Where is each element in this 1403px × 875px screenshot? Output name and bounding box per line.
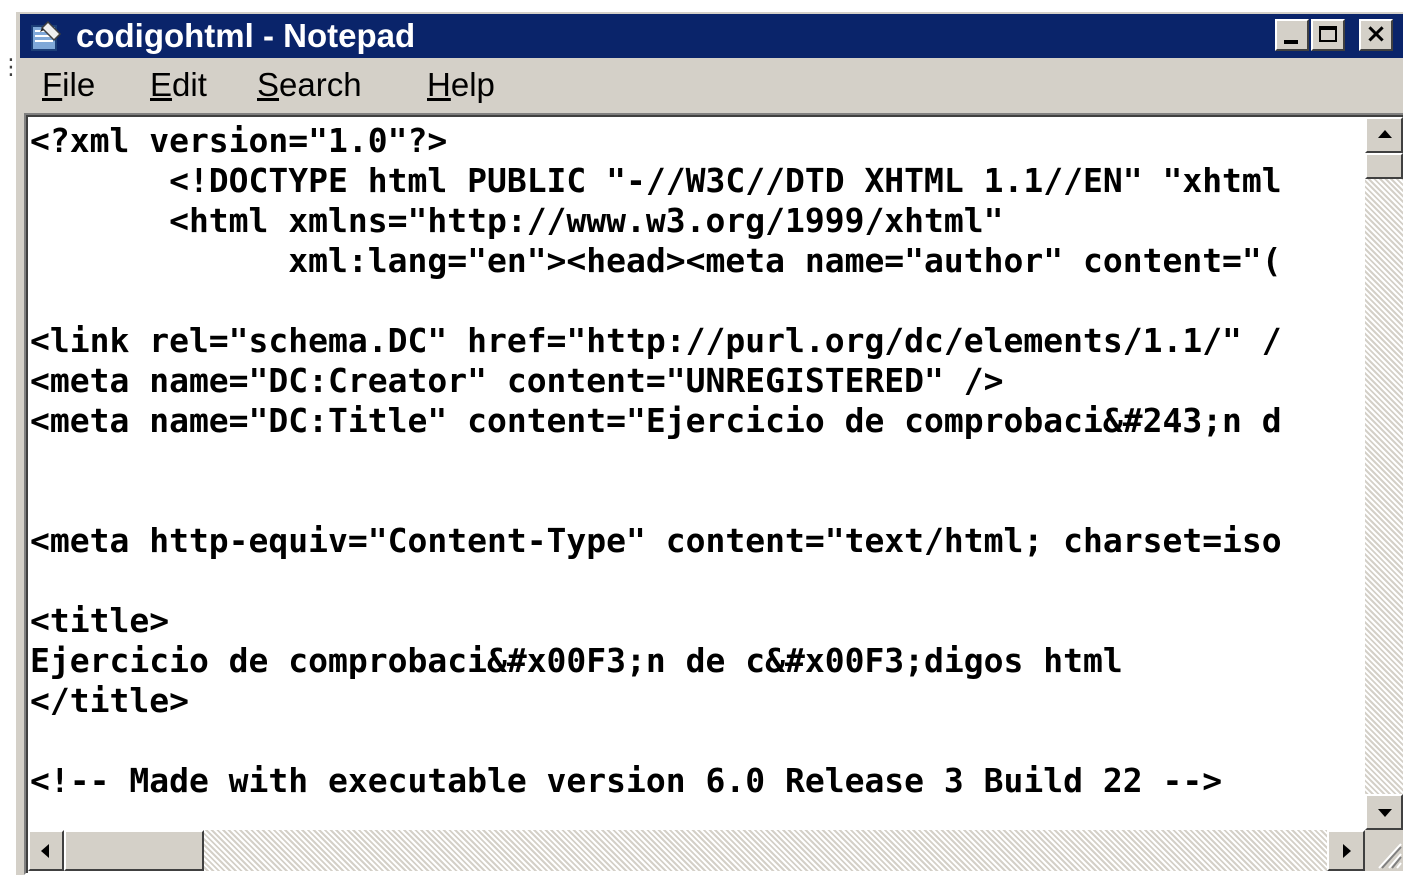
screen: ⋮ codigohtml - Notepad × File Edit Searc… bbox=[0, 0, 1403, 875]
menu-help-mnemonic: H bbox=[427, 66, 451, 103]
menu-edit-label: dit bbox=[172, 66, 207, 103]
text-line: <meta name="DC:Title" content="Ejercicio… bbox=[30, 401, 1282, 440]
text-line: <title> bbox=[30, 601, 170, 640]
left-edge-marks: ⋮ bbox=[0, 55, 22, 80]
vertical-scrollbar[interactable] bbox=[1365, 117, 1403, 830]
close-icon: × bbox=[1365, 19, 1387, 49]
menu-edit-mnemonic: E bbox=[150, 66, 173, 103]
menu-search-mnemonic: S bbox=[257, 66, 280, 103]
notepad-window: codigohtml - Notepad × File Edit Search … bbox=[14, 10, 1403, 875]
vertical-scroll-thumb[interactable] bbox=[1365, 153, 1403, 179]
menu-file-label: ile bbox=[62, 66, 96, 103]
arrow-right-icon bbox=[1343, 844, 1351, 858]
minimize-icon bbox=[1284, 40, 1298, 44]
menu-search-label: earch bbox=[279, 66, 362, 103]
maximize-button[interactable] bbox=[1311, 19, 1345, 51]
text-line: </title> bbox=[30, 681, 189, 720]
minimize-button[interactable] bbox=[1275, 19, 1309, 51]
horizontal-scroll-thumb[interactable] bbox=[64, 830, 204, 871]
menu-file-mnemonic: F bbox=[42, 66, 63, 103]
text-line: <link rel="schema.DC" href="http://purl.… bbox=[30, 321, 1282, 360]
scroll-right-button[interactable] bbox=[1327, 830, 1365, 871]
edit-inner: <?xml version="1.0"?> <!DOCTYPE html PUB… bbox=[26, 115, 1403, 873]
arrow-down-icon bbox=[1378, 809, 1392, 817]
text-line: <meta name="DC:Creator" content="UNREGIS… bbox=[30, 361, 1004, 400]
menu-help-label: elp bbox=[450, 66, 495, 103]
size-grip-icon bbox=[1378, 843, 1402, 869]
horizontal-scrollbar[interactable] bbox=[28, 830, 1365, 871]
notepad-icon bbox=[31, 20, 62, 51]
text-line: <!DOCTYPE html PUBLIC "-//W3C//DTD XHTML… bbox=[30, 161, 1282, 200]
scroll-down-button[interactable] bbox=[1365, 794, 1403, 830]
maximize-icon bbox=[1319, 26, 1337, 42]
menu-edit[interactable]: Edit bbox=[150, 66, 207, 104]
arrow-left-icon bbox=[41, 844, 49, 858]
arrow-up-icon bbox=[1378, 130, 1392, 138]
menu-help[interactable]: Help bbox=[427, 66, 495, 104]
text-line: xml:lang="en"><head><meta name="author" … bbox=[30, 241, 1282, 280]
text-line: <?xml version="1.0"?> bbox=[30, 121, 448, 160]
size-grip[interactable] bbox=[1365, 830, 1403, 871]
text-editor[interactable]: <?xml version="1.0"?> <!DOCTYPE html PUB… bbox=[28, 117, 1365, 830]
title-bar[interactable]: codigohtml - Notepad × bbox=[20, 14, 1403, 58]
text-line: <html xmlns="http://www.w3.org/1999/xhtm… bbox=[30, 201, 1004, 240]
text-line: Ejercicio de comprobaci&#x00F3;n de c&#x… bbox=[30, 641, 1123, 680]
text-line: <meta http-equiv="Content-Type" content=… bbox=[30, 521, 1282, 560]
menu-search[interactable]: Search bbox=[257, 66, 362, 104]
menu-bar: File Edit Search Help bbox=[20, 60, 1403, 108]
scroll-up-button[interactable] bbox=[1365, 117, 1403, 153]
menu-file[interactable]: File bbox=[42, 66, 95, 104]
window-title: codigohtml - Notepad bbox=[76, 17, 416, 54]
edit-frame: <?xml version="1.0"?> <!DOCTYPE html PUB… bbox=[24, 113, 1403, 875]
scroll-left-button[interactable] bbox=[28, 830, 64, 871]
close-button[interactable]: × bbox=[1359, 19, 1393, 51]
text-line: <!-- Made with executable version 6.0 Re… bbox=[30, 761, 1223, 800]
